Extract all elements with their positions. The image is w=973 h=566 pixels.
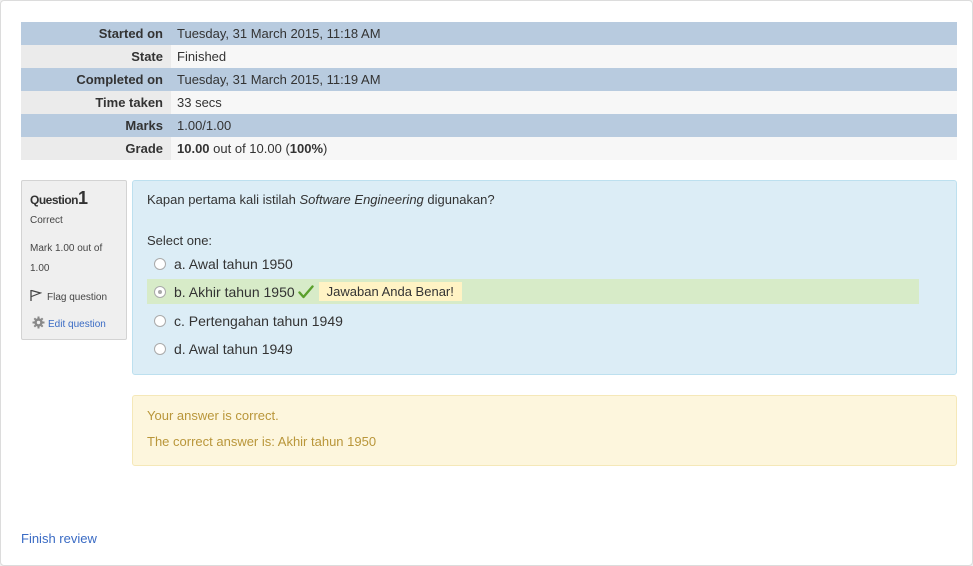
answer-label: a. Awal tahun 1950 <box>174 255 293 272</box>
answer-option-c[interactable]: c. Pertengahan tahun 1949 <box>147 308 919 333</box>
summary-value: 33 secs <box>171 91 957 114</box>
radio-button[interactable] <box>154 314 166 327</box>
summary-value: Finished <box>171 45 957 68</box>
radio-button[interactable] <box>154 257 166 270</box>
summary-row-completed: Completed on Tuesday, 31 March 2015, 11:… <box>21 68 957 91</box>
summary-row-marks: Marks 1.00/1.00 <box>21 114 957 137</box>
answer-label: d. Awal tahun 1949 <box>174 340 293 357</box>
summary-label: State <box>21 45 171 68</box>
review-page: Started on Tuesday, 31 March 2015, 11:18… <box>0 0 973 566</box>
question-content: Kapan pertama kali istilah Software Engi… <box>132 180 957 375</box>
radio-button[interactable] <box>154 342 166 355</box>
question-state: Correct <box>30 215 63 226</box>
select-one-prompt: Select one: <box>147 233 213 248</box>
summary-value: Tuesday, 31 March 2015, 11:19 AM <box>171 68 957 91</box>
summary-label: Completed on <box>21 68 171 91</box>
grade-value: 10.00 out of 10.00 (100%) <box>171 137 957 160</box>
question-number: Question1 <box>30 188 88 209</box>
question-num: 1 <box>78 188 88 208</box>
question-text: Kapan pertama kali istilah Software Engi… <box>147 192 495 207</box>
summary-value: 1.00/1.00 <box>171 114 957 137</box>
answer-correct-message: Your answer is correct. <box>147 408 279 423</box>
summary-label: Started on <box>21 22 171 45</box>
check-icon <box>297 284 314 299</box>
answer-option-d[interactable]: d. Awal tahun 1949 <box>147 336 919 361</box>
grade-score: 10.00 <box>177 141 210 156</box>
summary-row-state: State Finished <box>21 45 957 68</box>
correct-answer-message: The correct answer is: Akhir tahun 1950 <box>147 434 377 449</box>
question-grade: Mark 1.00 out of 1.00 <box>30 243 103 274</box>
summary-row-started: Started on Tuesday, 31 March 2015, 11:18… <box>21 22 957 45</box>
question-info-panel: Question1 Correct Mark 1.00 out of 1.00 … <box>21 180 127 340</box>
summary-value: Tuesday, 31 March 2015, 11:18 AM <box>171 22 957 45</box>
question-text-end: digunakan? <box>423 192 495 207</box>
summary-label: Time taken <box>21 91 171 114</box>
flag-question-label: Flag question <box>47 291 108 303</box>
answer-feedback: Jawaban Anda Benar! <box>318 282 462 301</box>
edit-question-label: Edit question <box>48 318 106 330</box>
edit-question-link[interactable]: Edit question <box>32 316 106 332</box>
answer-option-a[interactable]: a. Awal tahun 1950 <box>147 251 919 276</box>
summary-label: Marks <box>21 114 171 137</box>
summary-label: Grade <box>21 137 171 160</box>
gear-icon <box>32 316 45 332</box>
answer-label: b. Akhir tahun 1950 <box>174 283 295 300</box>
summary-row-grade: Grade 10.00 out of 10.00 (100%) <box>21 137 957 160</box>
flag-icon <box>30 289 43 305</box>
grade-close: ) <box>323 141 328 156</box>
finish-review-link[interactable]: Finish review <box>21 531 97 546</box>
answer-option-b[interactable]: b. Akhir tahun 1950 Jawaban Anda Benar! <box>147 279 919 304</box>
grade-percent: 100% <box>289 141 324 156</box>
flag-question-button[interactable]: Flag question <box>30 289 107 305</box>
answer-label: c. Pertengahan tahun 1949 <box>174 312 343 329</box>
attempt-summary-table: Started on Tuesday, 31 March 2015, 11:18… <box>21 22 957 160</box>
grade-out-of: out of 10.00 ( <box>209 141 290 156</box>
question-text-term: Software Engineering <box>299 192 424 207</box>
radio-button[interactable] <box>154 285 166 298</box>
question-word: Question <box>30 193 79 207</box>
outcome-feedback-box: Your answer is correct. The correct answ… <box>132 395 957 466</box>
question-text-start: Kapan pertama kali istilah <box>147 192 300 207</box>
summary-row-time-taken: Time taken 33 secs <box>21 91 957 114</box>
